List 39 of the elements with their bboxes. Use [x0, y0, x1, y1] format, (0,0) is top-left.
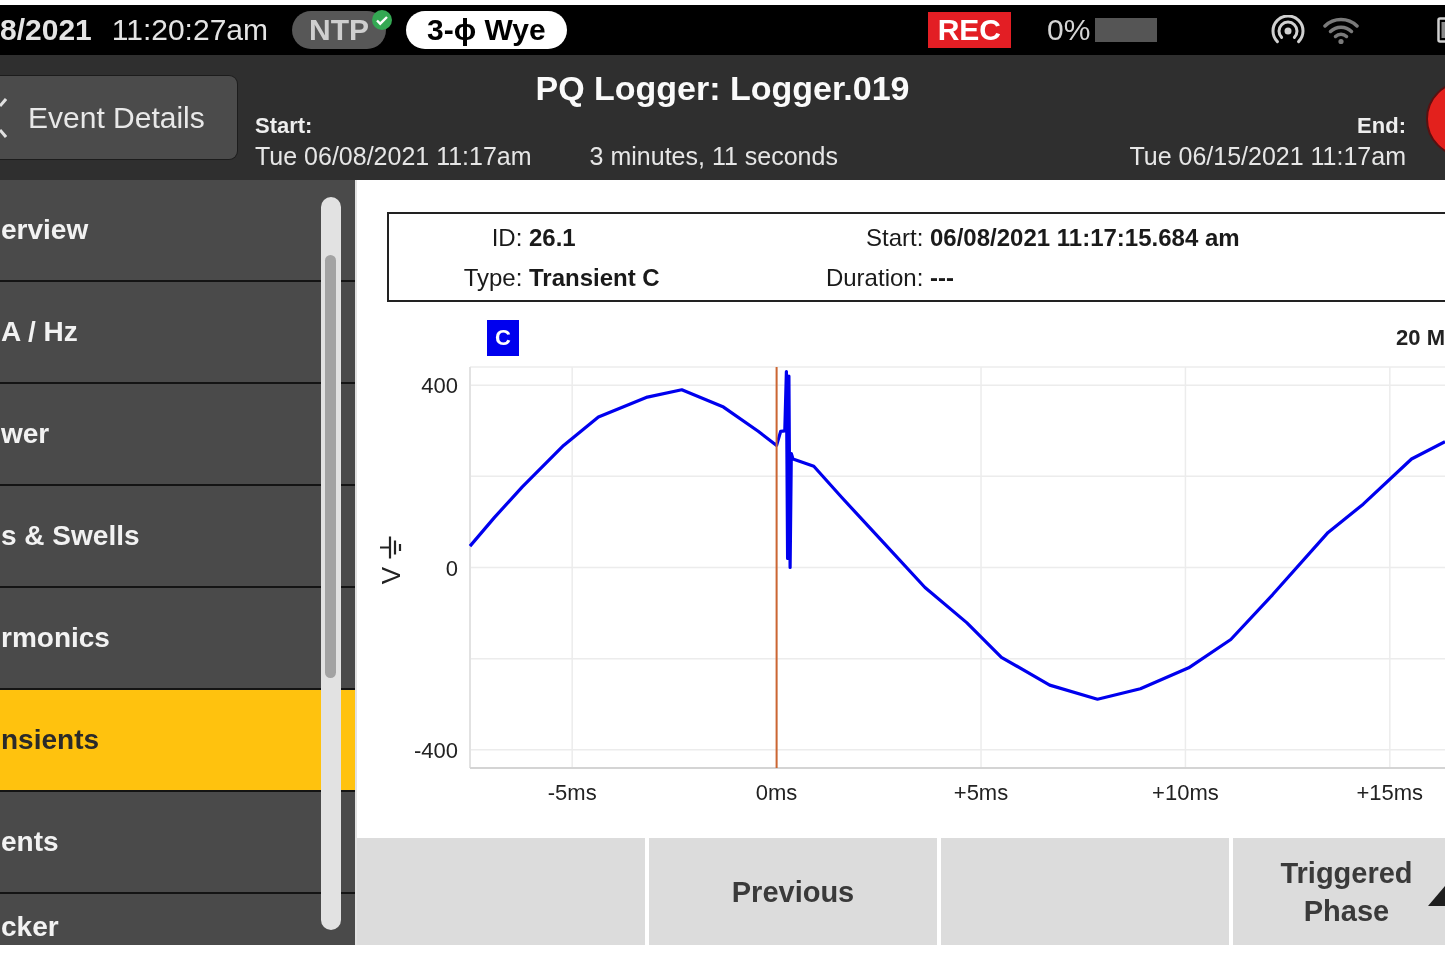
rec-badge: REC: [927, 12, 1011, 48]
y-tick-label: 0: [445, 555, 458, 581]
broadcast-icon[interactable]: [1270, 15, 1307, 45]
x-tick-label: +5ms: [953, 780, 1009, 805]
phase-badge: C: [487, 320, 519, 356]
x-tick-label: -5ms: [547, 780, 597, 805]
scale-label: 20 M: [1396, 325, 1445, 351]
end-label: End:: [1357, 112, 1406, 140]
status-time: 11:20:27am: [111, 13, 268, 47]
event-field: Start: 06/08/2021 11:17:15.684 am: [865, 224, 1240, 252]
battery-icon[interactable]: [1437, 17, 1445, 43]
sidebar-item[interactable]: nsients: [0, 690, 355, 792]
wifi-icon[interactable]: [1323, 15, 1360, 45]
chevron-icon: [0, 96, 7, 139]
back-button[interactable]: Event Details: [0, 75, 238, 160]
triangle-icon: [1428, 886, 1445, 906]
x-tick-label: +10ms: [1152, 780, 1219, 805]
y-tick-label: 400: [421, 373, 458, 399]
softkey-button[interactable]: Previous: [649, 838, 937, 945]
dropdown-button[interactable]: Triggered Phase: [1233, 838, 1445, 945]
start-value: Tue 06/08/2021 11:17am: [255, 141, 532, 172]
x-tick-label: +15ms: [1356, 780, 1424, 805]
status-date: 8/2021: [0, 13, 92, 47]
sidebar-item[interactable]: cker: [0, 894, 355, 943]
wiring-badge: 3-ϕ Wye: [406, 11, 567, 49]
start-label: Start:: [255, 112, 313, 140]
y-tick-label: -400: [413, 737, 458, 763]
elapsed-value: 3 minutes, 11 seconds: [589, 141, 838, 172]
ntp-badge: NTP: [292, 11, 386, 49]
x-tick-label: 0ms: [755, 780, 798, 805]
event-field: Type: Transient C: [463, 264, 660, 292]
event-field: ID: 26.1: [491, 224, 576, 252]
logger-title: PQ Logger: Logger.019: [535, 68, 910, 108]
scrollbar-thumb[interactable]: [325, 255, 336, 678]
event-field: Duration: ---: [825, 264, 954, 292]
axis-label: V: [376, 566, 406, 585]
end-value: Tue 06/15/2021 11:17am: [1129, 141, 1406, 172]
ground-icon: [378, 535, 402, 560]
storage-reading: 0%: [1047, 13, 1091, 47]
